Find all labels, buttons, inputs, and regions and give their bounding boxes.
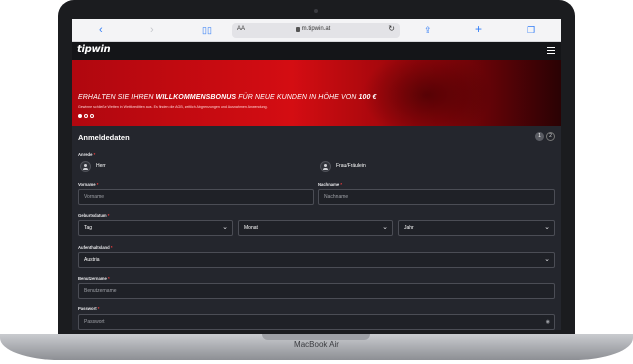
registration-form: Anmeldedaten 1 2 Anrede * Herr Frau/Fräu…	[72, 126, 561, 330]
username-field[interactable]: Benutzername	[78, 283, 555, 299]
carousel-dot[interactable]	[78, 114, 82, 118]
birth-day-select[interactable]: Tag ⌄	[78, 220, 233, 236]
carousel-dots	[78, 114, 94, 118]
username-label: Benutzername *	[78, 276, 110, 281]
password-placeholder: Passwort	[84, 319, 105, 325]
step-indicator-2: 2	[546, 132, 555, 141]
hero-title-bold: WILLKOMMENSBONUS	[155, 94, 237, 101]
last-name-field[interactable]: Nachname	[318, 189, 555, 205]
hero-title: ERHALTEN SIE IHREN WILLKOMMENSBONUS FÜR …	[78, 94, 377, 101]
password-field[interactable]: Passwort ◉	[78, 314, 555, 330]
app-header: tipwin	[72, 42, 561, 60]
first-name-label: Vorname *	[78, 182, 99, 187]
laptop-base: MacBook Air	[0, 334, 633, 360]
hero-player-image	[362, 60, 492, 126]
salutation-label: Anrede *	[78, 152, 96, 157]
camera-icon	[314, 9, 318, 13]
person-icon[interactable]	[80, 161, 91, 172]
reload-icon[interactable]: ↻	[388, 24, 395, 33]
browser-toolbar: ‹ › ▯▯ AA m.tipwin.at ↻ ⇪ + ❐	[72, 19, 561, 42]
eye-icon[interactable]: ◉	[546, 319, 550, 325]
carousel-dot[interactable]	[90, 114, 94, 118]
url-bar[interactable]: AA m.tipwin.at ↻	[232, 23, 400, 38]
screen: ‹ › ▯▯ AA m.tipwin.at ↻ ⇪ + ❐ tipwin ERH…	[72, 19, 561, 330]
book-icon[interactable]: ▯▯	[202, 24, 212, 36]
carousel-dot[interactable]	[84, 114, 88, 118]
hero-banner[interactable]: ERHALTEN SIE IHREN WILLKOMMENSBONUS FÜR …	[72, 60, 561, 126]
birth-month-value: Monat	[244, 225, 258, 231]
url-text: m.tipwin.at	[301, 26, 331, 32]
chevron-down-icon: ⌄	[544, 224, 550, 231]
chevron-down-icon: ⌄	[544, 256, 550, 263]
password-label: Passwort *	[78, 306, 100, 311]
last-name-label: Nachname *	[318, 182, 342, 187]
chevron-down-icon: ⌄	[222, 224, 228, 231]
username-placeholder: Benutzername	[84, 288, 117, 294]
form-title: Anmeldedaten	[78, 133, 130, 142]
country-select[interactable]: Austria ⌄	[78, 252, 555, 268]
chevron-right-icon[interactable]: ›	[150, 24, 154, 36]
first-name-field[interactable]: Vorname	[78, 189, 314, 205]
menu-icon[interactable]	[547, 47, 555, 54]
chevron-left-icon[interactable]: ‹	[99, 24, 103, 36]
plus-icon[interactable]: +	[475, 23, 482, 35]
step-indicator-1: 1	[535, 132, 544, 141]
logo[interactable]: tipwin	[77, 44, 111, 55]
birth-year-value: Jahr	[404, 225, 414, 231]
birth-year-select[interactable]: Jahr ⌄	[398, 220, 555, 236]
last-name-placeholder: Nachname	[324, 194, 349, 200]
birthdate-label: Geburtsdatum *	[78, 213, 110, 218]
country-value: Austria	[84, 257, 100, 263]
first-name-placeholder: Vorname	[84, 194, 105, 200]
share-icon[interactable]: ⇪	[424, 24, 432, 36]
hero-title-mid: FÜR NEUE KUNDEN IN HÖHE VON	[238, 94, 357, 101]
salutation-option-herr[interactable]: Herr	[96, 163, 106, 169]
birth-day-value: Tag	[84, 225, 93, 231]
hero-subtitle: Gewinne schließe Wetten in Wettkreditten…	[78, 105, 268, 109]
chevron-down-icon: ⌄	[382, 224, 388, 231]
country-label: Aufenthaltsland *	[78, 245, 113, 250]
hero-title-amount: 100 €	[358, 94, 377, 101]
salutation-option-frau[interactable]: Frau/Fräulein	[336, 163, 366, 169]
birth-month-select[interactable]: Monat ⌄	[238, 220, 393, 236]
tabs-icon[interactable]: ❐	[527, 24, 535, 36]
person-female-icon[interactable]	[320, 161, 331, 172]
device-label: MacBook Air	[294, 340, 339, 349]
hero-title-prefix: ERHALTEN SIE IHREN	[78, 94, 154, 101]
